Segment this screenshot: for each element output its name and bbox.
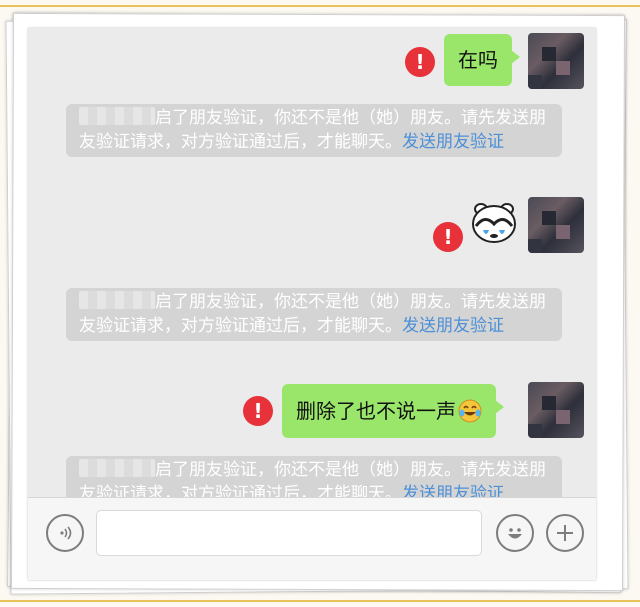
laugh-cry-emoji-icon <box>458 399 482 423</box>
covering-face-bear-sticker[interactable] <box>469 200 519 246</box>
verification-notice: 启了朋友验证，你还不是他（她）朋友。请先发送朋友验证请求，对方验证通过后，才能聊… <box>66 288 562 341</box>
plus-icon[interactable] <box>546 514 584 552</box>
message-input[interactable] <box>96 510 482 556</box>
message-bubble[interactable]: 删除了也不说一声 <box>282 384 504 438</box>
chat-window: ! 在吗 启了朋友验证，你还不是他（她）朋友。请先发送朋友验证请求，对方验证通过… <box>28 28 596 580</box>
message-list[interactable]: ! 在吗 启了朋友验证，你还不是他（她）朋友。请先发送朋友验证请求，对方验证通过… <box>28 28 596 498</box>
send-verification-link[interactable]: 发送朋友验证 <box>402 132 504 152</box>
avatar[interactable] <box>528 33 584 89</box>
message-bubble[interactable]: 在吗 <box>444 34 520 86</box>
masked-name <box>79 107 155 125</box>
verification-notice: 启了朋友验证，你还不是他（她）朋友。请先发送朋友验证请求，对方验证通过后，才能聊… <box>66 456 562 498</box>
emoji-icon[interactable] <box>496 514 534 552</box>
verification-notice: 启了朋友验证，你还不是他（她）朋友。请先发送朋友验证请求，对方验证通过后，才能聊… <box>66 104 562 157</box>
avatar[interactable] <box>528 197 584 253</box>
send-failed-icon[interactable]: ! <box>405 47 435 77</box>
voice-icon[interactable] <box>46 514 84 552</box>
send-failed-icon[interactable]: ! <box>243 396 273 426</box>
send-failed-icon[interactable]: ! <box>433 222 463 252</box>
frame-bottom-line <box>0 600 640 602</box>
masked-name <box>79 291 155 309</box>
masked-name <box>79 459 155 477</box>
send-verification-link[interactable]: 发送朋友验证 <box>402 316 504 336</box>
input-toolbar <box>28 497 596 580</box>
message-text: 在吗 <box>458 48 498 72</box>
bear-sticker-icon <box>472 203 516 243</box>
send-verification-link[interactable]: 发送朋友验证 <box>402 484 504 498</box>
frame-top-line <box>0 5 640 7</box>
avatar[interactable] <box>528 382 584 438</box>
message-text: 删除了也不说一声 <box>296 399 456 423</box>
